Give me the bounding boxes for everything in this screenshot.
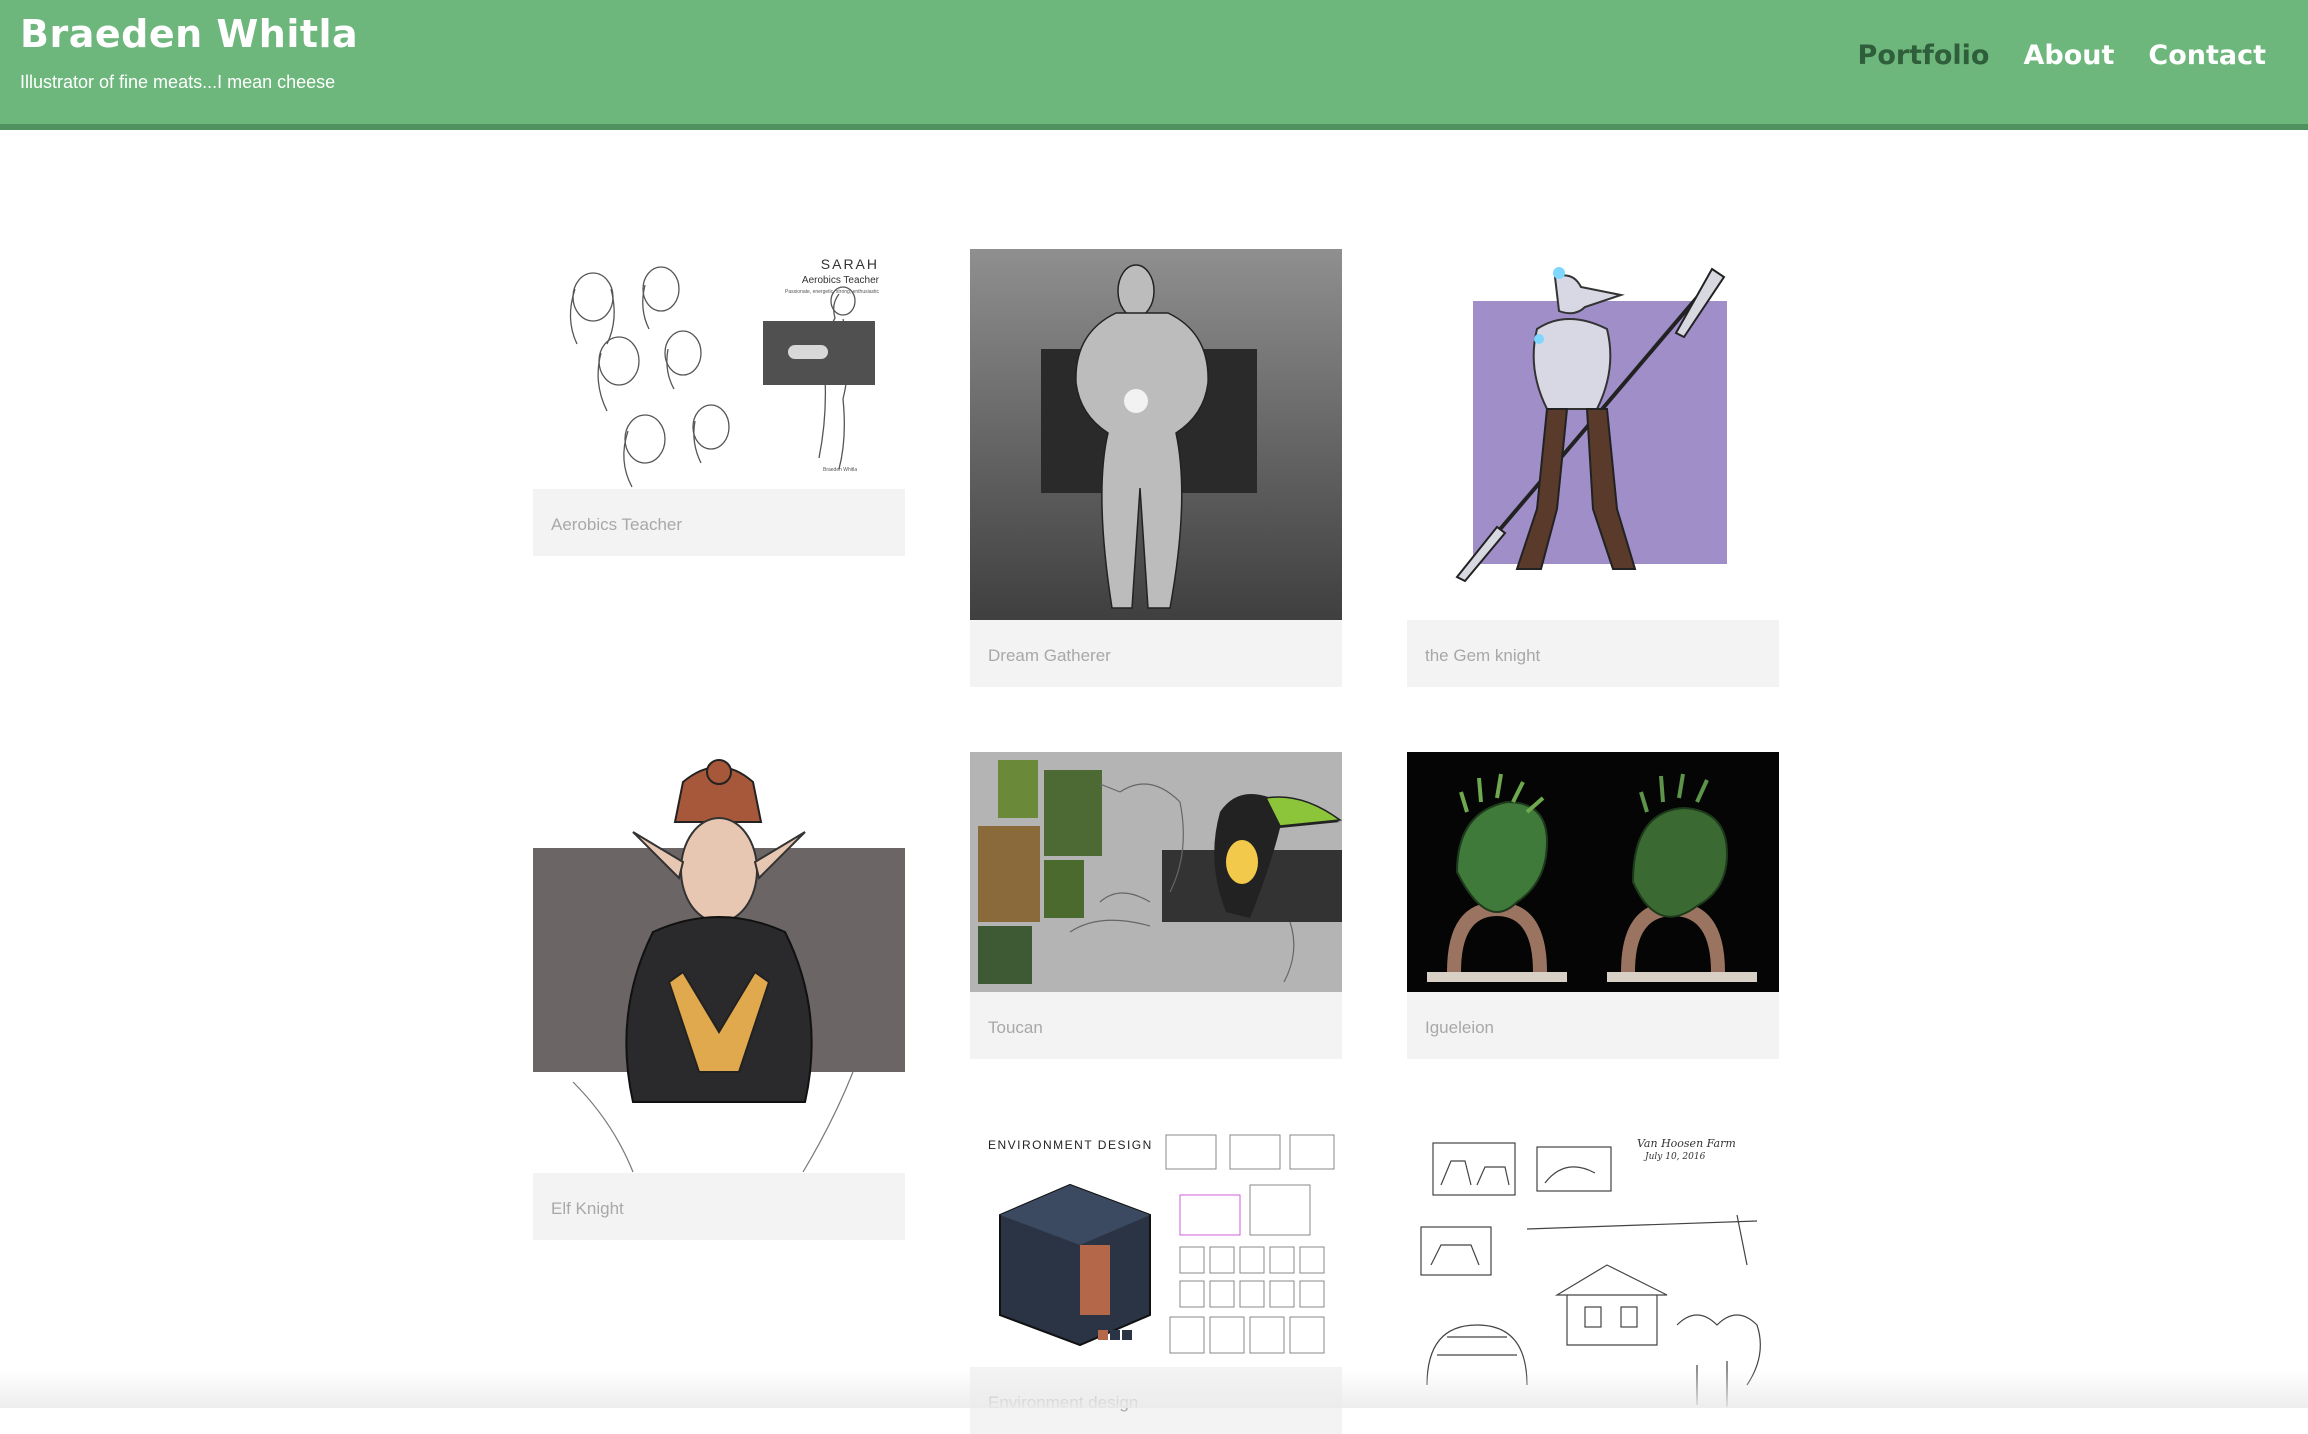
portfolio-image-dream-gatherer[interactable] [970,249,1342,620]
caption-aerobics-teacher[interactable]: Aerobics Teacher [533,489,905,556]
caption-text: Igueleion [1425,1018,1495,1037]
site-title[interactable]: Braeden Whitla [20,12,358,56]
portfolio-image-igueleion[interactable] [1407,752,1779,992]
art-text-farm-date: July 10, 2016 [1643,1152,1706,1162]
bottom-fade-overlay [0,1370,2308,1408]
art-text-role: Aerobics Teacher [802,275,880,286]
caption-gem-knight[interactable]: the Gem knight [1407,620,1779,687]
caption-dream-gatherer[interactable]: Dream Gatherer [970,620,1342,687]
nav-about-link[interactable]: About [2023,40,2114,71]
caption-toucan[interactable]: Toucan [970,992,1342,1059]
site-header: Braeden Whitla Illustrator of fine meats… [0,0,2308,130]
site-tagline: Illustrator of fine meats...I mean chees… [20,72,336,92]
portfolio-image-aerobics-teacher[interactable]: SARAH Aerobics Teacher Passionate, energ… [533,249,905,489]
caption-elf-knight[interactable]: Elf Knight [533,1173,905,1240]
nav-contact-link[interactable]: Contact [2148,40,2266,71]
art-text-environment-design: ENVIRONMENT DESIGN [988,1138,1153,1152]
main-nav: Portfolio About Contact [1858,40,2266,71]
caption-text: Elf Knight [551,1199,624,1218]
art-text-traits: Passionate, energetic, strong, enthusias… [785,289,879,295]
caption-text: Dream Gatherer [988,646,1111,665]
caption-text: the Gem knight [1425,646,1541,665]
portfolio-image-gem-knight[interactable] [1407,249,1779,620]
portfolio-image-environment-design[interactable]: ENVIRONMENT DESIGN [970,1125,1342,1367]
caption-text: Toucan [988,1018,1043,1037]
art-text-farm-name: Van Hoosen Farm [1637,1137,1736,1150]
portfolio-image-farm-sketch[interactable]: Van Hoosen Farm July 10, 2016 [1407,1125,1779,1408]
art-text-signature: Braeden Whitla [823,467,857,473]
nav-portfolio-link[interactable]: Portfolio [1858,40,1990,71]
caption-text: Aerobics Teacher [551,515,683,534]
portfolio-image-elf-knight[interactable] [533,752,905,1173]
portfolio-image-toucan[interactable] [970,752,1342,992]
caption-igueleion[interactable]: Igueleion [1407,992,1779,1059]
art-text-sarah: SARAH [821,256,879,272]
